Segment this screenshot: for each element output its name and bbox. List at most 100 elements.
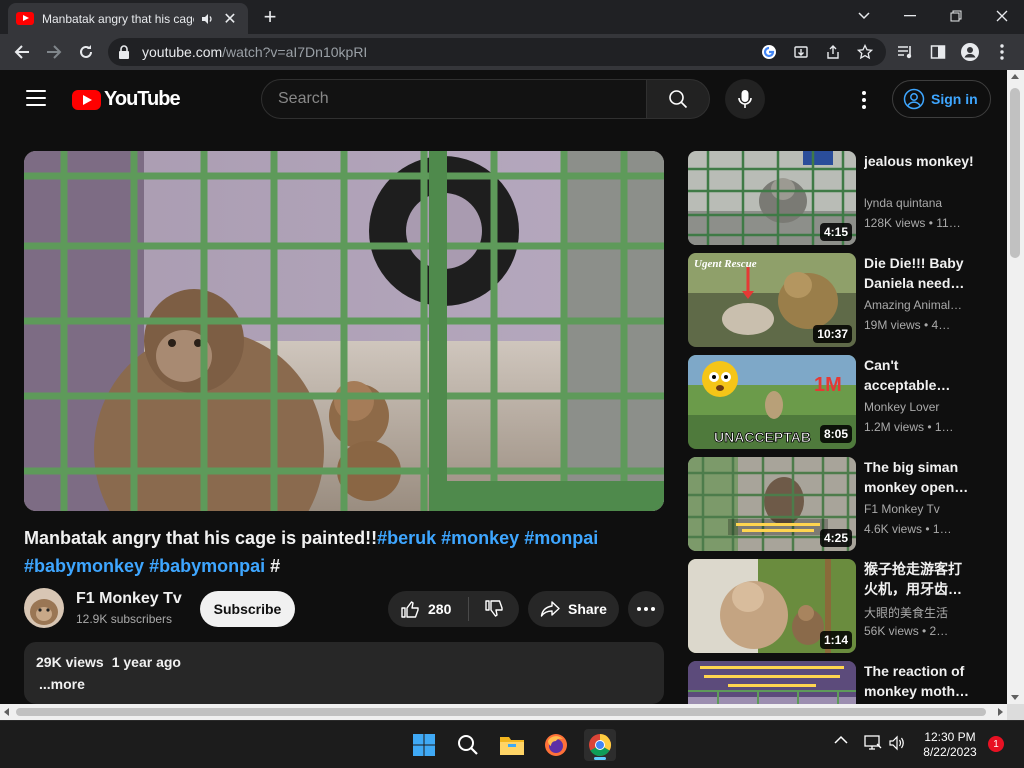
close-tab-icon[interactable]: ✕ <box>222 9 238 29</box>
recommended-title[interactable]: Die Die!!! Baby Daniela need… <box>864 253 974 293</box>
horizontal-scroll-thumb[interactable] <box>16 708 986 716</box>
search-button[interactable] <box>646 79 710 119</box>
new-tab-icon[interactable]: + <box>258 6 282 28</box>
hashtag-link[interactable]: #monpai <box>524 528 598 548</box>
subscriber-count: 12.9K subscribers <box>76 612 173 626</box>
video-thumbnail[interactable]: 4:25 <box>688 457 856 551</box>
recommended-channel[interactable]: Amazing Animal… <box>864 298 974 312</box>
show-hidden-icons-icon[interactable] <box>834 735 848 745</box>
description-box[interactable]: 29K views 1 year ago ...more <box>24 642 664 704</box>
minimize-icon[interactable] <box>892 4 928 28</box>
hashtag-link[interactable]: #babymonpai <box>149 556 265 576</box>
view-info: 29K views 1 year ago <box>36 654 181 670</box>
speaker-icon[interactable] <box>200 12 214 26</box>
recommended-meta: 19M views • 4… <box>864 318 951 332</box>
close-window-icon[interactable] <box>984 4 1020 28</box>
taskbar-search-icon[interactable] <box>452 729 484 761</box>
recommended-channel[interactable]: lynda quintana <box>864 196 974 210</box>
restore-icon[interactable] <box>938 4 974 28</box>
firefox-icon[interactable] <box>540 729 572 761</box>
recommended-channel[interactable]: F1 Monkey Tv <box>864 502 974 516</box>
logo-text: YouTube <box>104 88 181 110</box>
windows-start-icon[interactable] <box>408 729 440 761</box>
forward-icon[interactable] <box>42 40 66 64</box>
recommended-meta: 4.6K views • 1… <box>864 522 952 536</box>
video-player[interactable] <box>24 151 664 511</box>
volume-icon[interactable] <box>888 735 906 751</box>
hashtag-link[interactable]: # <box>270 556 280 576</box>
bookmark-star-icon[interactable] <box>856 43 874 61</box>
hashtag-link[interactable]: #monkey <box>441 528 519 548</box>
subscribe-button[interactable]: Subscribe <box>200 591 295 627</box>
thumbnail-badge-text: 1M <box>814 374 842 396</box>
google-lens-icon[interactable] <box>760 43 778 61</box>
recommended-title[interactable]: 猴子抢走游客打火机，用牙齿… <box>864 559 974 599</box>
notification-badge[interactable]: 1 <box>988 736 1004 752</box>
menu-icon[interactable] <box>26 90 46 106</box>
back-icon[interactable] <box>10 40 34 64</box>
horizontal-scrollbar[interactable] <box>0 704 1007 720</box>
chrome-taskbar-icon[interactable] <box>584 729 616 761</box>
address-bar[interactable]: youtube.com/watch?v=aI7Dn10kpRI <box>108 38 886 66</box>
settings-more-icon[interactable] <box>852 88 876 112</box>
scroll-down-icon[interactable] <box>1011 695 1019 700</box>
reload-icon[interactable] <box>74 40 98 64</box>
recommended-video[interactable]: The reaction of monkey moth… <box>688 661 988 704</box>
media-controls-icon[interactable] <box>896 42 916 62</box>
like-button[interactable]: 280 <box>388 591 468 627</box>
channel-avatar[interactable] <box>24 588 64 628</box>
system-clock[interactable]: 12:30 PM 8/22/2023 <box>914 730 986 760</box>
video-thumbnail[interactable]: Ugent Rescue 10:37 <box>688 253 856 347</box>
recommended-title[interactable]: Can't acceptable… <box>864 355 974 395</box>
video-duration: 8:05 <box>819 425 852 443</box>
vertical-scroll-thumb[interactable] <box>1010 88 1020 258</box>
search-icon <box>669 90 688 109</box>
thumbnail-banner-text: UNACCEPTAB <box>714 429 811 445</box>
recommended-channel[interactable]: Monkey Lover <box>864 400 974 414</box>
recommended-video[interactable]: 1M UNACCEPTAB 8:05 Can't acceptable… Mon… <box>688 355 988 449</box>
recommended-channel[interactable]: 大眼的美食生活 <box>864 604 974 621</box>
install-icon[interactable] <box>792 43 810 61</box>
video-thumbnail[interactable]: 1M UNACCEPTAB 8:05 <box>688 355 856 449</box>
hashtag-link[interactable]: #babymonkey <box>24 556 144 576</box>
dislike-button[interactable] <box>469 591 519 627</box>
browser-tab-bar: Manbatak angry that his cage is painted!… <box>0 0 1024 34</box>
scroll-left-icon[interactable] <box>4 708 9 716</box>
video-thumbnail[interactable]: 1:14 <box>688 559 856 653</box>
video-thumbnail[interactable]: 4:15 <box>688 151 856 245</box>
share-page-icon[interactable] <box>824 43 842 61</box>
scroll-right-icon[interactable] <box>998 708 1003 716</box>
channel-name[interactable]: F1 Monkey Tv <box>76 590 182 608</box>
side-panel-icon[interactable] <box>928 42 948 62</box>
clock-date: 8/22/2023 <box>923 745 977 759</box>
video-duration: 4:15 <box>819 223 852 241</box>
network-icon[interactable] <box>864 735 882 751</box>
chrome-menu-icon[interactable] <box>992 42 1012 62</box>
tab-search-icon[interactable] <box>846 4 882 28</box>
video-thumbnail[interactable] <box>688 661 856 704</box>
show-more-link[interactable]: ...more <box>39 676 652 692</box>
file-explorer-icon[interactable] <box>496 729 528 761</box>
profile-icon[interactable] <box>960 42 980 62</box>
url-text[interactable]: youtube.com/watch?v=aI7Dn10kpRI <box>142 44 367 60</box>
sign-in-button[interactable]: Sign in <box>892 80 991 118</box>
video-frame <box>24 151 664 511</box>
voice-search-button[interactable] <box>725 79 765 119</box>
hashtag-link[interactable]: #beruk <box>377 528 436 548</box>
search-input[interactable]: Search <box>261 79 647 119</box>
more-actions-button[interactable] <box>628 591 664 627</box>
recommended-title[interactable]: The reaction of monkey moth… <box>864 661 974 701</box>
like-dislike-group: 280 <box>388 591 519 627</box>
recommended-title[interactable]: The big siman monkey open… <box>864 457 974 497</box>
recommended-video[interactable]: 4:25 The big siman monkey open… F1 Monke… <box>688 457 988 551</box>
recommended-title[interactable]: jealous monkey! <box>864 151 974 171</box>
youtube-logo[interactable]: YouTube <box>72 88 181 111</box>
recommended-video[interactable]: 1:14 猴子抢走游客打火机，用牙齿… 大眼的美食生活 56K views • … <box>688 559 988 653</box>
recommended-video[interactable]: Ugent Rescue 10:37 Die Die!!! Baby Danie… <box>688 253 988 347</box>
share-button[interactable]: Share <box>528 591 619 627</box>
recommended-video[interactable]: 4:15 jealous monkey! lynda quintana 128K… <box>688 151 988 245</box>
lock-icon[interactable] <box>118 45 130 59</box>
scroll-up-icon[interactable] <box>1011 74 1019 79</box>
browser-tab[interactable]: Manbatak angry that his cage is painted!… <box>8 3 248 34</box>
vertical-scrollbar[interactable] <box>1007 70 1024 704</box>
